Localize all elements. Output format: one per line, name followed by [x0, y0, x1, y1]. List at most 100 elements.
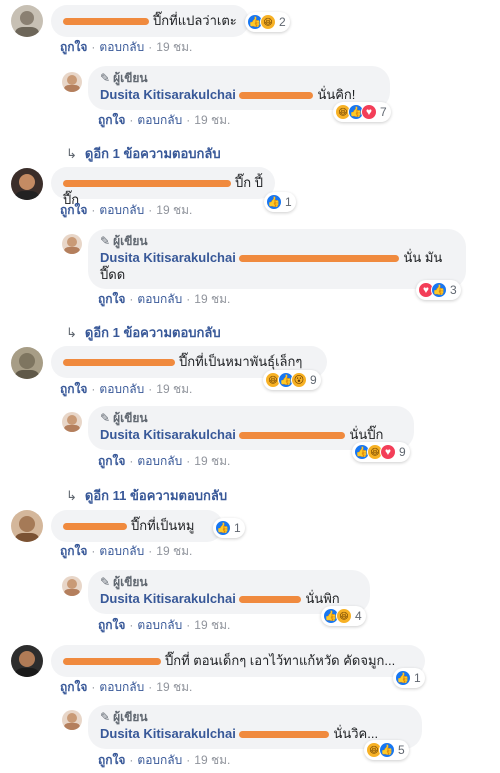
commenter-avatar[interactable] — [11, 645, 43, 677]
reply-actions: ถูกใจ · ตอบกลับ · 19 ชม. — [98, 292, 231, 306]
reply-button[interactable]: ตอบกลับ — [99, 382, 144, 396]
reaction-summary[interactable]: 👍 1 — [393, 668, 425, 688]
reply-button[interactable]: ตอบกลับ — [137, 454, 182, 468]
reaction-summary[interactable]: 😆 👍 😮 9 — [263, 370, 321, 390]
love-icon: ♥ — [380, 444, 396, 460]
like-icon: 👍 — [215, 520, 231, 536]
like-icon: 👍 — [395, 670, 411, 686]
author-name[interactable]: Dusita Kitisarakulchai — [100, 726, 236, 741]
timestamp[interactable]: 19 ชม. — [156, 40, 192, 54]
reaction-summary[interactable]: 👍 😆 2 — [245, 12, 290, 32]
reply-actions: ถูกใจ · ตอบกลับ · 19 ชม. — [98, 113, 231, 127]
like-button[interactable]: ถูกใจ — [60, 203, 87, 217]
reply-button[interactable]: ตอบกลับ — [99, 40, 144, 54]
comment-text: ปี๊กที่ ตอนเด็กๆ เอาไว้ทาแก้หวัด คัดจมูก… — [165, 653, 396, 668]
comment-text: ปี๊กที่เป็นหมู — [131, 518, 195, 533]
reaction-summary[interactable]: 😆 👍 ♥ 7 — [333, 102, 391, 122]
reply-button[interactable]: ตอบกลับ — [137, 618, 182, 632]
reply-button[interactable]: ตอบกลับ — [99, 203, 144, 217]
pencil-icon: ✎ — [100, 234, 111, 248]
timestamp[interactable]: 19 ชม. — [156, 680, 192, 694]
reply-arrow-icon: ↳ — [66, 488, 77, 503]
like-button[interactable]: ถูกใจ — [98, 753, 125, 767]
author-name[interactable]: Dusita Kitisarakulchai — [100, 87, 236, 102]
author-name[interactable]: Dusita Kitisarakulchai — [100, 591, 236, 606]
comment-actions: ถูกใจ · ตอบกลับ · 19 ชม. — [60, 382, 193, 396]
author-avatar[interactable] — [62, 234, 82, 254]
view-more-replies[interactable]: ↳ ดูอีก 1 ข้อความตอบกลับ — [66, 322, 221, 343]
timestamp[interactable]: 19 ชม. — [194, 454, 230, 468]
view-more-replies[interactable]: ↳ ดูอีก 1 ข้อความตอบกลับ — [66, 143, 221, 164]
author-badge: ✎ ผู้เขียน — [100, 575, 148, 589]
author-avatar[interactable] — [62, 710, 82, 730]
love-icon: ♥ — [361, 104, 377, 120]
timestamp[interactable]: 19 ชม. — [194, 292, 230, 306]
like-button[interactable]: ถูกใจ — [60, 680, 87, 694]
author-name[interactable]: Dusita Kitisarakulchai — [100, 250, 236, 265]
timestamp[interactable]: 19 ชม. — [156, 544, 192, 558]
commenter-avatar[interactable] — [11, 168, 43, 200]
pencil-icon: ✎ — [100, 411, 111, 425]
redacted-name — [239, 731, 330, 739]
reaction-summary[interactable]: 👍 😆 ♥ 9 — [352, 442, 410, 462]
timestamp[interactable]: 19 ชม. — [156, 203, 192, 217]
reply-button[interactable]: ตอบกลับ — [137, 292, 182, 306]
author-avatar[interactable] — [62, 72, 82, 92]
reaction-summary[interactable]: 👍 1 — [213, 518, 245, 538]
reaction-summary[interactable]: 👍 😆 4 — [321, 606, 366, 626]
like-button[interactable]: ถูกใจ — [98, 618, 125, 632]
reply-button[interactable]: ตอบกลับ — [137, 113, 182, 127]
redacted-name — [63, 523, 127, 531]
author-avatar[interactable] — [62, 412, 82, 432]
reply-text: นั่นพิก — [305, 591, 340, 606]
reply-text: นั่นวิค... — [333, 726, 379, 741]
commenter-avatar[interactable] — [11, 5, 43, 37]
comment-text: ปี๊กที่แปลว่าเตะ — [153, 13, 237, 28]
like-button[interactable]: ถูกใจ — [98, 454, 125, 468]
reply-text: นั่นคิก! — [317, 87, 356, 102]
reply-arrow-icon: ↳ — [66, 325, 77, 340]
like-button[interactable]: ถูกใจ — [98, 292, 125, 306]
redacted-name — [63, 359, 175, 367]
timestamp[interactable]: 19 ชม. — [194, 113, 230, 127]
view-more-replies[interactable]: ↳ ดูอีก 11 ข้อความตอบกลับ — [66, 485, 227, 506]
author-badge: ✎ ผู้เขียน — [100, 234, 148, 248]
author-badge: ✎ ผู้เขียน — [100, 71, 148, 85]
like-button[interactable]: ถูกใจ — [60, 382, 87, 396]
reply-button[interactable]: ตอบกลับ — [99, 680, 144, 694]
like-icon: 👍 — [379, 742, 395, 758]
like-button[interactable]: ถูกใจ — [98, 113, 125, 127]
redacted-name — [63, 658, 161, 666]
pencil-icon: ✎ — [100, 575, 111, 589]
author-name[interactable]: Dusita Kitisarakulchai — [100, 427, 236, 442]
reaction-summary[interactable]: ♥ 👍 3 — [416, 280, 461, 300]
reply-text: นั่นปิ๊ก — [349, 427, 384, 442]
reply-button[interactable]: ตอบกลับ — [99, 544, 144, 558]
commenter-avatar[interactable] — [11, 347, 43, 379]
timestamp[interactable]: 19 ชม. — [194, 618, 230, 632]
comment-actions: ถูกใจ · ตอบกลับ · 19 ชม. — [60, 40, 193, 54]
comment-thread: ปี๊กที่แปลว่าเตะ 👍 😆 2 ถูกใจ · ตอบกลับ · 19 ชม… — [0, 0, 500, 773]
author-badge: ✎ ผู้เขียน — [100, 710, 148, 724]
author-avatar[interactable] — [62, 576, 82, 596]
redacted-name — [239, 432, 346, 440]
redacted-name — [239, 255, 400, 263]
comment-bubble: ปี๊ก ปี้ ปี๊ก — [51, 167, 275, 207]
like-button[interactable]: ถูกใจ — [60, 544, 87, 558]
like-button[interactable]: ถูกใจ — [60, 40, 87, 54]
reply-arrow-icon: ↳ — [66, 146, 77, 161]
reaction-summary[interactable]: 👍 1 — [264, 192, 296, 212]
comment-actions: ถูกใจ · ตอบกลับ · 19 ชม. — [60, 203, 193, 217]
pencil-icon: ✎ — [100, 71, 111, 85]
wow-icon: 😮 — [291, 372, 307, 388]
timestamp[interactable]: 19 ชม. — [156, 382, 192, 396]
comment-actions: ถูกใจ · ตอบกลับ · 19 ชม. — [60, 680, 193, 694]
like-icon: 👍 — [431, 282, 447, 298]
commenter-avatar[interactable] — [11, 510, 43, 542]
reaction-summary[interactable]: 😆 👍 5 — [364, 740, 409, 760]
reply-button[interactable]: ตอบกลับ — [137, 753, 182, 767]
haha-icon: 😆 — [336, 608, 352, 624]
comment-actions: ถูกใจ · ตอบกลับ · 19 ชม. — [60, 544, 193, 558]
timestamp[interactable]: 19 ชม. — [194, 753, 230, 767]
reply-actions: ถูกใจ · ตอบกลับ · 19 ชม. — [98, 454, 231, 468]
